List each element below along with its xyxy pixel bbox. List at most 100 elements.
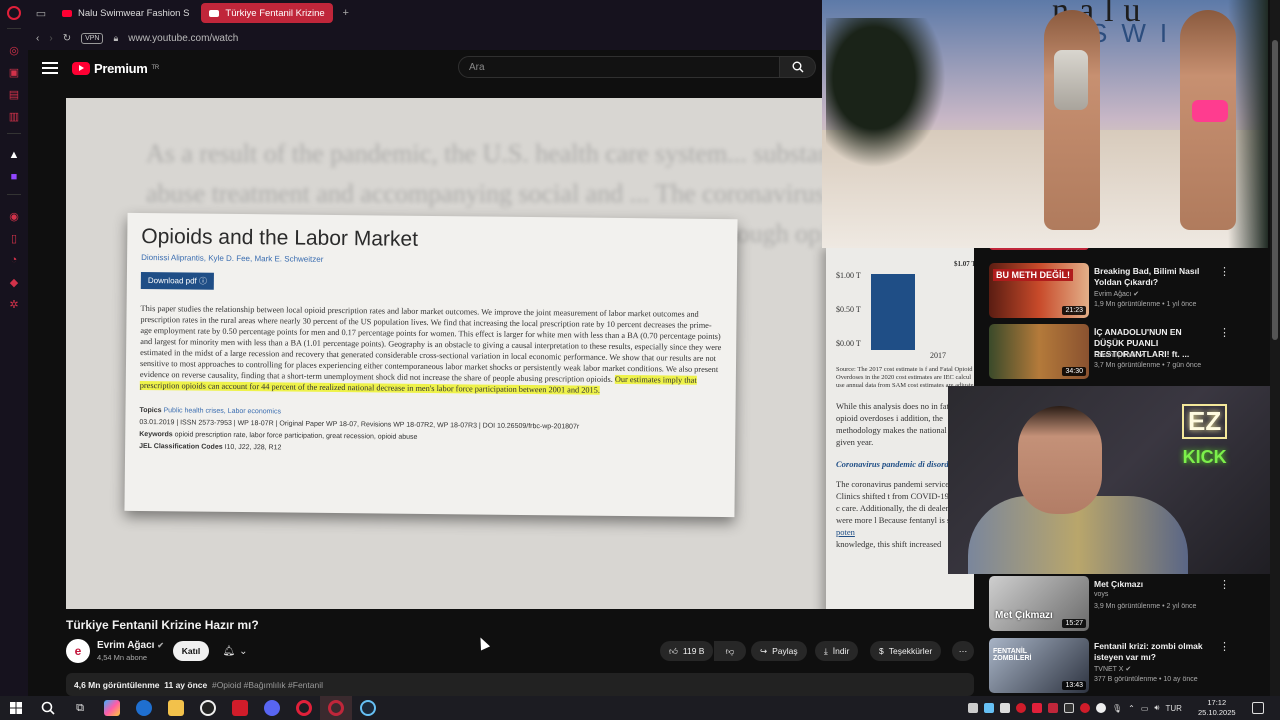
file-explorer-icon[interactable] (160, 696, 192, 720)
speed-dial-icon[interactable]: ◉ (5, 207, 23, 225)
language-indicator[interactable]: TUR (1165, 704, 1181, 713)
recommendation-channel[interactable]: Evrim Ağacı ✔︎ (1094, 290, 1139, 298)
messenger-icon[interactable]: ▤ (5, 85, 23, 103)
paper-authors: Dionissi Aliprantis, Kyle D. Fee, Mark E… (141, 252, 324, 264)
thanks-button[interactable]: $ Teşekkürler (870, 641, 942, 661)
youtube-favicon-icon (62, 9, 72, 17)
chevron-up-icon[interactable]: ⌃ (1128, 704, 1135, 713)
dislike-button[interactable]: 👎︎ (714, 641, 746, 661)
more-vert-icon[interactable]: ⋮ (1219, 326, 1230, 339)
tray-app-icon[interactable] (1064, 703, 1074, 713)
tray-app-icon[interactable] (1096, 703, 1106, 713)
forward-arrow-icon[interactable]: › (49, 33, 52, 44)
recommendation-thumbnail[interactable]: 34:30 (989, 324, 1089, 379)
volume-icon[interactable]: 🔊︎ (1154, 703, 1159, 713)
channel-avatar[interactable]: e (66, 639, 90, 663)
recommendation-title[interactable]: Met Çıkmazı (1094, 579, 1214, 590)
pip-model (1044, 10, 1100, 230)
page-scrollbar[interactable] (1270, 0, 1280, 696)
copilot-icon[interactable] (96, 696, 128, 720)
share-button[interactable]: ↪ Paylaş (751, 641, 807, 661)
network-icon[interactable]: ▭ (1141, 704, 1149, 713)
youtube-premium-logo[interactable]: Premium TR (72, 61, 159, 76)
subscription-bell-button[interactable]: 🔔︎ ⌄ (216, 641, 254, 661)
more-actions-button[interactable]: ⋯ (952, 641, 974, 661)
more-vert-icon[interactable]: ⋮ (1219, 265, 1230, 278)
extensions-icon[interactable]: ◆ (5, 273, 23, 291)
tab-turkiye-fentanil[interactable]: Türkiye Fentanil Krizine (201, 3, 333, 23)
recommendation-title[interactable]: Breaking Bad, Bilimi Nasıl Yoldan Çıkard… (1094, 266, 1214, 288)
tray-app-icon[interactable] (1000, 703, 1010, 713)
shopping-bag-icon[interactable]: ▣ (5, 63, 23, 81)
windows-start-icon[interactable] (0, 696, 32, 720)
settings-gear-icon[interactable]: ✲ (5, 295, 23, 313)
paper-download-button: Download pdf ⓘ (140, 271, 215, 290)
more-vert-icon[interactable]: ⋮ (1219, 640, 1230, 653)
recommendation-item[interactable]: BU METH DEĞİL! 21:23 Breaking Bad, Bilim… (989, 263, 1259, 319)
steam-icon[interactable] (352, 696, 384, 720)
reload-icon[interactable]: ↻ (63, 33, 71, 44)
ai-assistant-icon[interactable]: ◎ (5, 41, 23, 59)
tray-app-icon[interactable] (1080, 703, 1090, 713)
tab-nalu-swimwear[interactable]: Nalu Swimwear Fashion S (54, 3, 197, 23)
search-input[interactable]: Ara (458, 56, 780, 78)
recommendation-channel[interactable]: Orkun Işıtmak ✔︎ (1094, 351, 1145, 359)
system-tray: 🎙︎ ⌃ ▭ 🔊︎ TUR (968, 696, 1182, 720)
obs-icon[interactable] (192, 696, 224, 720)
tray-app-icon[interactable] (968, 703, 978, 713)
channel-name[interactable]: Evrim Ağacı ✔︎ (97, 640, 164, 651)
url-field[interactable]: www.youtube.com/watch (128, 33, 238, 44)
scrollbar-thumb[interactable] (1272, 40, 1278, 340)
edge-icon[interactable] (128, 696, 160, 720)
pip-palm (826, 18, 946, 168)
new-tab-button[interactable]: + (337, 4, 355, 22)
back-arrow-icon[interactable]: ‹ (36, 33, 39, 44)
join-button[interactable]: Katıl (173, 641, 209, 661)
tray-steam-icon[interactable] (984, 703, 994, 713)
maps-icon[interactable]: ▲ (5, 146, 23, 164)
pip-video-overlay[interactable]: nalu SWI (822, 0, 1268, 248)
microphone-icon[interactable]: 🎙︎ (1112, 704, 1122, 713)
voicemod-icon[interactable] (224, 696, 256, 720)
download-button[interactable]: ⤓ İndir (815, 641, 859, 661)
opera-logo-icon[interactable] (7, 6, 21, 20)
vpn-badge[interactable]: VPN (81, 32, 104, 44)
bookmarks-icon[interactable]: ▯ (5, 229, 23, 247)
opera-gx-icon[interactable] (320, 696, 352, 720)
hamburger-menu-icon[interactable] (42, 62, 58, 74)
lock-icon[interactable]: 🔒︎ (113, 33, 118, 44)
recommendation-thumbnail[interactable]: BU METH DEĞİL! 21:23 (989, 263, 1089, 318)
tray-app-icon[interactable] (1032, 703, 1042, 713)
search-button[interactable] (780, 56, 816, 78)
opera-icon[interactable] (288, 696, 320, 720)
recommendation-thumbnail[interactable]: FENTANİL ZOMBİLERİ 13:43 (989, 638, 1089, 693)
like-button[interactable]: 👍︎ 119 B (660, 641, 714, 661)
more-vert-icon[interactable]: ⋮ (1219, 578, 1230, 591)
description-tags[interactable]: #Opioid #Bağımlılık #Fentanil (212, 680, 323, 690)
task-view-icon[interactable]: ⧉ (64, 696, 96, 720)
news-icon[interactable]: ▥ (5, 107, 23, 125)
pip-swimsuit (1192, 100, 1228, 122)
discord-icon[interactable] (256, 696, 288, 720)
notification-icon[interactable] (1252, 702, 1264, 714)
tray-app-icon[interactable] (1016, 703, 1026, 713)
channel-subscribers: 4,54 Mn abone (97, 653, 148, 662)
recommendation-title[interactable]: Fentanil krizi: zombi olmak isteyen var … (1094, 641, 1214, 663)
recommendation-thumbnail[interactable]: Met Çıkmazı 15:27 (989, 576, 1089, 631)
tab-island-icon[interactable]: ▭ (32, 4, 50, 22)
history-icon[interactable]: ◔ (5, 251, 23, 269)
sidebar-divider (7, 28, 21, 29)
recommendation-meta: 3,9 Mn görüntülenme • 2 yıl önce (1094, 603, 1197, 610)
paper-title: Opioids and the Labor Market (141, 224, 419, 251)
recommendation-item[interactable]: 34:30 İÇ ANADOLU'NUN EN DÜŞÜK PUANLI RES… (989, 324, 1259, 380)
recommendation-item[interactable]: Met Çıkmazı 15:27 Met Çıkmazı voys 3,9 M… (989, 576, 1259, 632)
recommendation-item[interactable]: FENTANİL ZOMBİLERİ 13:43 Fentanil krizi:… (989, 638, 1259, 694)
tray-app-icon[interactable] (1048, 703, 1058, 713)
taskbar-clock[interactable]: 17:12 25.10.2025 (1198, 698, 1236, 718)
search-icon[interactable] (32, 696, 64, 720)
duration-badge: 21:23 (1062, 306, 1086, 315)
recommendation-channel[interactable]: voys (1094, 591, 1108, 598)
twitch-icon[interactable]: ■ (5, 168, 23, 186)
recommendation-channel[interactable]: TVNET X ✔︎ (1094, 665, 1131, 673)
description-box[interactable]: 4,6 Mn görüntülenme 11 ay önce #Opioid #… (66, 673, 974, 696)
